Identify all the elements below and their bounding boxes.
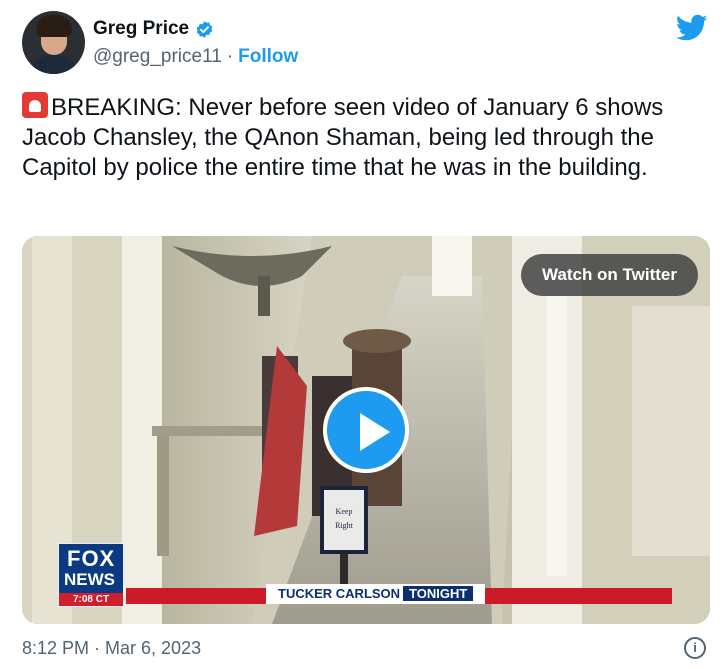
twitter-bird-icon[interactable]	[676, 14, 708, 42]
news-ticker: TUCKER CARLSON TONIGHT	[126, 584, 672, 604]
info-icon[interactable]: i	[684, 637, 706, 659]
author-display-name[interactable]: Greg Price	[93, 18, 189, 40]
ticker-suffix: TONIGHT	[403, 586, 474, 601]
sign-text-keep: Keep	[336, 507, 353, 516]
sign-text-right: Right	[335, 521, 354, 530]
author-name-row: Greg Price	[93, 18, 214, 40]
author-handle-row: @greg_price11 · Follow	[93, 46, 298, 68]
handle-separator: ·	[226, 46, 234, 67]
watch-on-twitter-button[interactable]: Watch on Twitter	[520, 254, 698, 296]
follow-button[interactable]: Follow	[238, 46, 298, 68]
author-handle[interactable]: @greg_price11	[93, 46, 222, 68]
tweet-text: BREAKING: Never before seen video of Jan…	[22, 92, 712, 183]
tweet-body: BREAKING: Never before seen video of Jan…	[22, 94, 664, 181]
verified-badge-icon	[196, 20, 213, 38]
video-player[interactable]: Keep Right Watch on Twitter FOX NEWS 7:0…	[22, 236, 710, 624]
fox-logo-line1: FOX	[67, 546, 116, 571]
fox-news-logo: FOX NEWS 7:08 CT	[58, 543, 124, 607]
tweet-timestamp[interactable]: 8:12 PM · Mar 6, 2023	[22, 638, 201, 659]
ticker-show: TUCKER CARLSON	[278, 586, 401, 601]
avatar[interactable]	[22, 11, 85, 74]
play-icon[interactable]	[323, 387, 409, 473]
fox-logo-line2: NEWS	[64, 570, 115, 589]
ticker-label: TUCKER CARLSON TONIGHT	[266, 584, 486, 604]
siren-icon	[22, 92, 48, 118]
fox-logo-time: 7:08 CT	[59, 593, 123, 606]
